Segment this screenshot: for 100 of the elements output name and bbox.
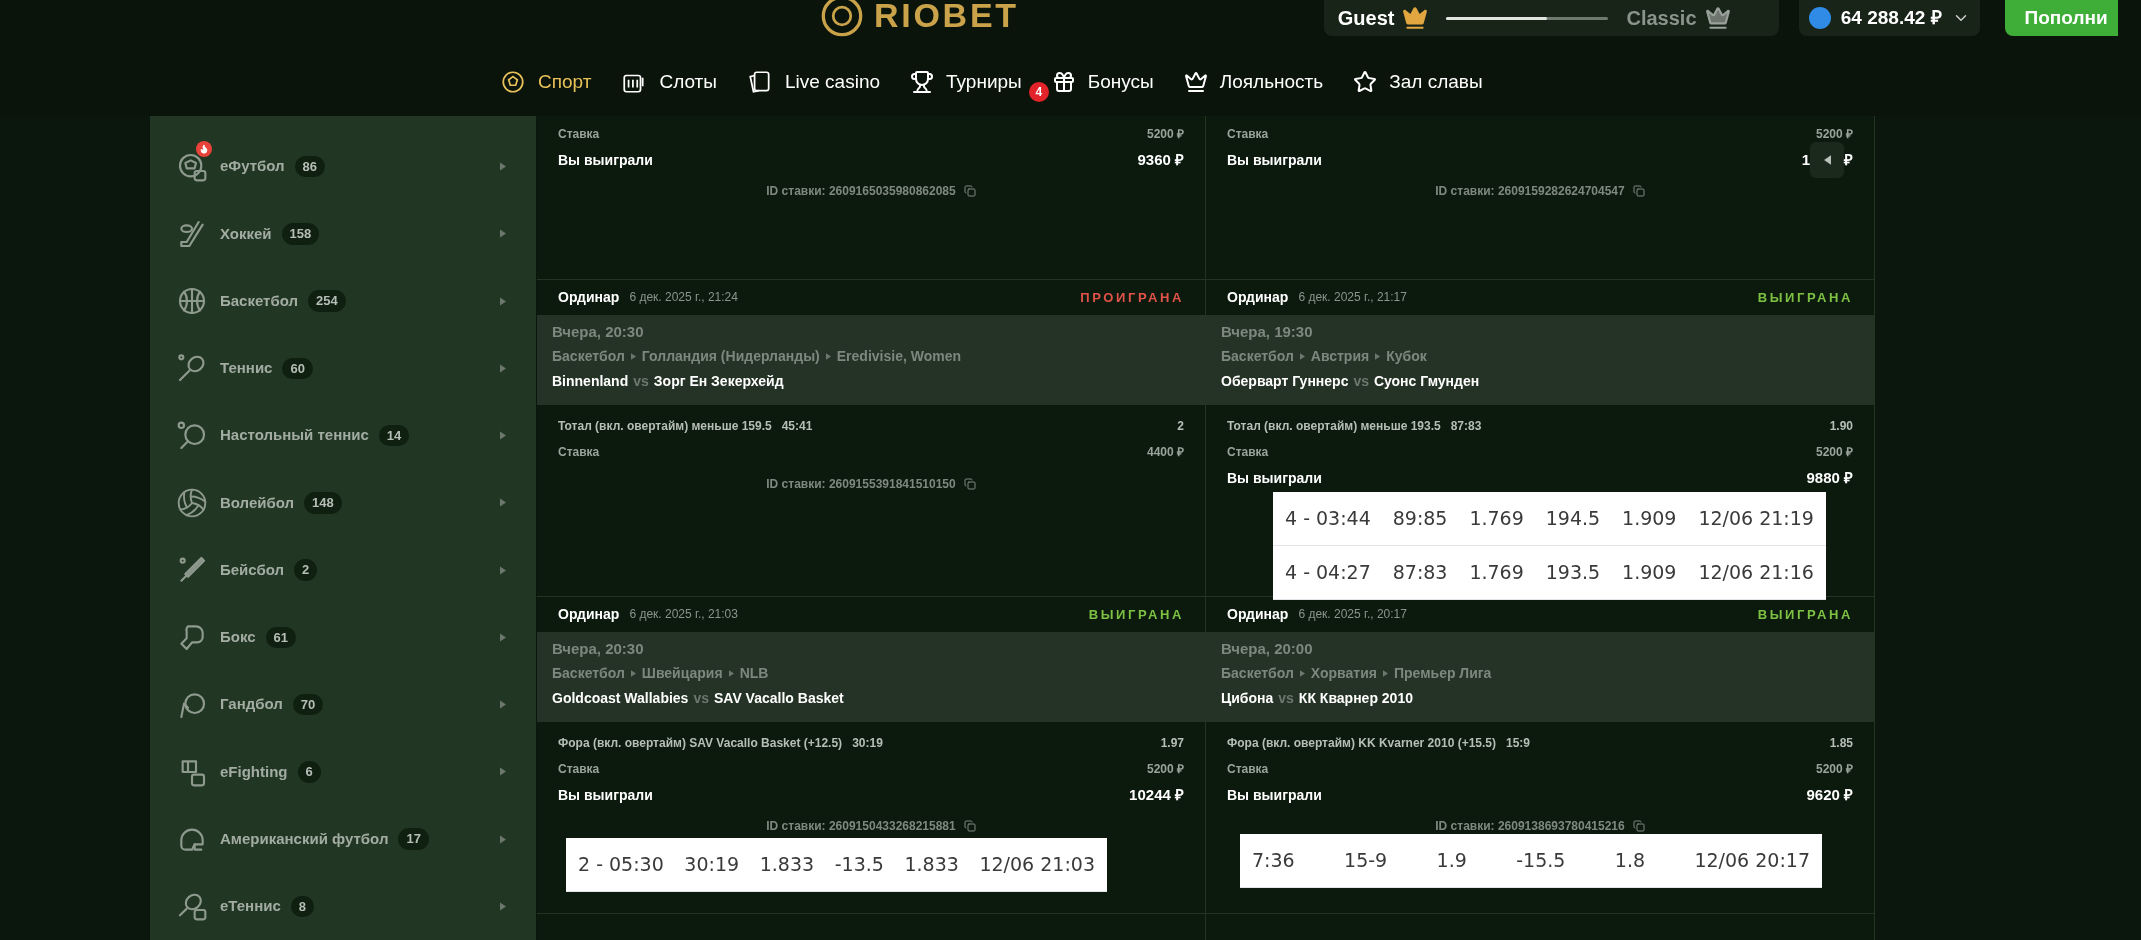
breadcrumb-link[interactable]: Голландия (Нидерланды) xyxy=(641,346,820,368)
bet-type: Ординар xyxy=(558,287,620,307)
table-cell-text: 1.909 xyxy=(1622,560,1677,586)
copy-icon[interactable] xyxy=(1632,185,1645,198)
sport-item[interactable]: Гандбол 70 xyxy=(174,670,512,739)
sport-item[interactable]: Теннис 60 xyxy=(174,334,512,402)
caret-right-icon xyxy=(500,901,506,911)
breadcrumb-link[interactable]: Хорватия xyxy=(1310,663,1377,685)
odds-value: 1.97 xyxy=(1160,735,1184,753)
nav-link[interactable]: Live casino xyxy=(746,67,881,97)
sport-item[interactable]: Волейбол 148 xyxy=(174,469,512,537)
copy-icon[interactable] xyxy=(963,478,976,491)
notification-badge: 4 xyxy=(1028,81,1049,102)
nav-link[interactable]: Лояльность xyxy=(1183,67,1324,97)
trophy-icon xyxy=(910,70,935,94)
bet-id: ID ставки: 2609150433268215881 xyxy=(766,818,956,836)
table-cell-text: 12/06 21:16 xyxy=(1698,560,1814,586)
table-cell-text: 15-9 xyxy=(1344,848,1388,874)
win-label: Вы выиграли xyxy=(558,150,653,170)
sport-item[interactable]: eFighting 6 xyxy=(174,738,512,806)
caret-right-icon xyxy=(500,296,506,306)
stake-label: Ставка xyxy=(1227,126,1269,144)
sport-item[interactable]: еТеннис 8 xyxy=(174,872,512,940)
scroll-left-button[interactable] xyxy=(1810,142,1844,179)
sport-item[interactable]: Настольный теннис 14 xyxy=(174,401,512,470)
bet-id: ID ставки: 2609138693780415216 xyxy=(1435,818,1625,836)
stake-value: 4400 ₽ xyxy=(1146,444,1184,462)
star-icon xyxy=(1353,70,1378,94)
sport-item[interactable]: Бейсбол 2 xyxy=(174,536,512,604)
sport-item[interactable]: еФутбол 86 xyxy=(174,132,512,201)
nav-link[interactable]: Спорт xyxy=(500,67,592,97)
table-cell-text: 1.769 xyxy=(1469,560,1524,586)
logo-icon xyxy=(820,0,864,38)
table-cell-text: 87:83 xyxy=(1392,560,1448,586)
tier-name: Classic xyxy=(1626,6,1697,31)
copy-icon[interactable] xyxy=(1632,820,1645,833)
count-badge: 158 xyxy=(281,223,320,245)
breadcrumb-link[interactable]: Баскетбол xyxy=(552,346,625,368)
event-time: Вчера, 20:00 xyxy=(1221,638,1314,659)
sport-item[interactable]: Хоккей 158 xyxy=(174,200,512,268)
nav-link[interactable]: Турниры xyxy=(910,67,1022,97)
bet-date: 6 дек. 2025 г., 21:24 xyxy=(629,289,738,307)
nav-link[interactable]: Слоты xyxy=(621,67,717,97)
bet-type: Ординар xyxy=(1227,604,1289,624)
market-label: Фора (вкл. овертайм) SAV Vacallo Basket (+12.5) xyxy=(558,735,843,753)
breadcrumb-link[interactable]: Австрия xyxy=(1310,346,1370,368)
table-cell-text: -15.5 xyxy=(1516,848,1566,874)
breadcrumb-link[interactable]: Премьер Лига xyxy=(1393,663,1492,685)
table-cell-text: 1.9 xyxy=(1436,848,1467,874)
stake-label: Ставка xyxy=(558,126,600,144)
nav-link[interactable]: Бонусы xyxy=(1051,67,1154,97)
sport-item[interactable]: Бокс 61 xyxy=(174,603,512,671)
count-badge: 17 xyxy=(398,828,429,850)
sport-item[interactable]: Баскетбол 254 xyxy=(174,267,512,335)
market-label: Тотал (вкл. овертайм) меньше 193.5 xyxy=(1227,418,1441,436)
breadcrumb-link[interactable]: Eredivisie, Women xyxy=(836,346,961,368)
breadcrumb-link[interactable]: NLB xyxy=(739,663,769,685)
sport-item[interactable]: Американский футбол 17 xyxy=(174,805,512,873)
breadcrumb-link[interactable]: Баскетбол xyxy=(552,663,625,685)
caret-right-icon xyxy=(500,834,506,844)
team-name: КК Кварнер 2010 xyxy=(1298,689,1413,709)
count-badge: 8 xyxy=(290,895,315,918)
market-label: Фора (вкл. овертайм) KK Kvarner 2010 (+15.5) xyxy=(1227,735,1496,753)
table-cell-text: -13.5 xyxy=(834,852,884,878)
balance-panel[interactable]: 64 288.42 ₽ xyxy=(1798,0,1980,36)
gift-icon xyxy=(1051,70,1076,94)
event-time: Вчера, 20:30 xyxy=(552,638,645,659)
table-cell-text: 1.833 xyxy=(759,852,815,878)
caret-right-icon xyxy=(500,431,506,441)
copy-icon[interactable] xyxy=(963,820,976,833)
caret-right-icon xyxy=(500,767,506,777)
win-amount: 9880 ₽ xyxy=(1806,467,1853,488)
odds-value: 1.90 xyxy=(1829,418,1853,436)
live-score: 87:83 xyxy=(1450,418,1482,436)
table-cell-text: 4 - 04:27 xyxy=(1285,560,1371,586)
table-cell-text: 4 - 03:44 xyxy=(1285,506,1371,532)
live-score: 15:9 xyxy=(1506,735,1531,753)
nav-link[interactable]: Зал славы xyxy=(1353,67,1483,97)
breadcrumb-link[interactable]: Швейцария xyxy=(641,663,723,685)
table-cell-text: 89:85 xyxy=(1392,506,1448,532)
copy-icon[interactable] xyxy=(963,185,976,198)
live-score: 45:41 xyxy=(781,418,813,436)
team-name: Goldcoast Wallabies xyxy=(552,689,689,709)
bet-status: ВЫИГРАНА xyxy=(1757,288,1853,307)
versus-label: vs xyxy=(1353,372,1369,392)
table-cell-text: 194.5 xyxy=(1545,506,1601,532)
team-name: Оберварт Гуннерс xyxy=(1221,372,1349,392)
versus-label: vs xyxy=(1278,689,1294,709)
user-name: Guest xyxy=(1337,6,1395,31)
ping-pong-icon xyxy=(176,419,208,452)
caret-icon xyxy=(1382,670,1388,678)
breadcrumb-link[interactable]: Кубок xyxy=(1386,346,1427,368)
breadcrumb-link[interactable]: Баскетбол xyxy=(1221,663,1294,685)
versus-label: vs xyxy=(693,689,709,709)
breadcrumb-link[interactable]: Баскетбол xyxy=(1221,346,1294,368)
count-badge: 61 xyxy=(265,626,297,649)
bet-id: ID ставки: 2609165035980862085 xyxy=(766,183,956,201)
event-time: Вчера, 19:30 xyxy=(1221,321,1314,342)
count-badge: 6 xyxy=(297,761,321,783)
win-label: Вы выиграли xyxy=(1227,150,1322,170)
